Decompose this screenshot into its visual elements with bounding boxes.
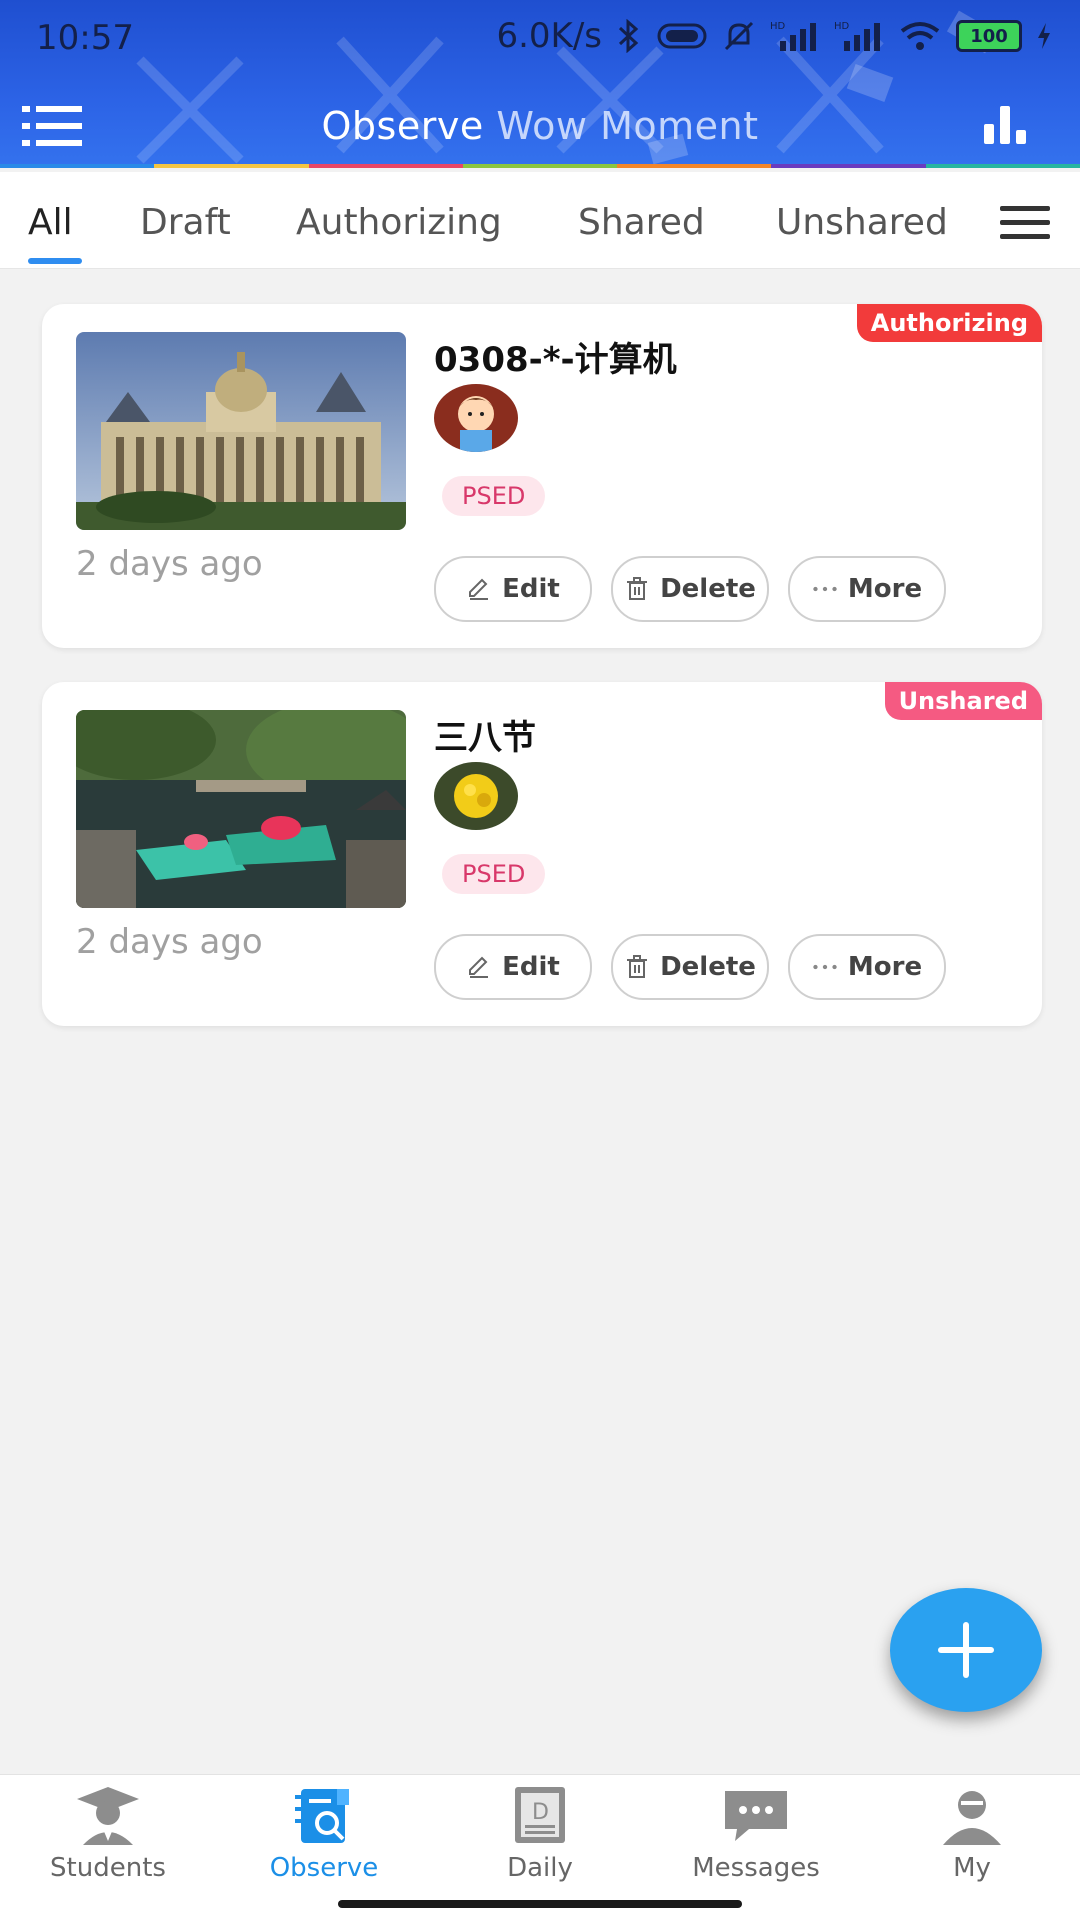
- edit-label: Edit: [502, 952, 560, 982]
- nav-label: Students: [50, 1853, 166, 1883]
- delete-label: Delete: [660, 952, 756, 982]
- nav-observe[interactable]: Observe: [224, 1785, 424, 1883]
- signal-hd-icon: HD: [770, 21, 816, 51]
- nav-label: Messages: [692, 1853, 820, 1883]
- filter-tabs: All Draft Authorizing Shared Unshared: [0, 172, 1080, 269]
- active-tab-indicator: [28, 258, 82, 264]
- daily-doc-icon: D: [515, 1787, 565, 1843]
- delete-button[interactable]: Delete: [611, 934, 769, 1000]
- card-thumbnail-pond[interactable]: [76, 710, 406, 908]
- delete-label: Delete: [660, 574, 756, 604]
- add-observation-button[interactable]: [890, 1588, 1042, 1712]
- mute-bell-icon: [724, 21, 754, 51]
- card-age: 2 days ago: [76, 922, 263, 962]
- tab-authorizing[interactable]: Authorizing: [296, 202, 502, 243]
- title-primary: Observe: [321, 104, 484, 148]
- nav-label: Daily: [507, 1853, 573, 1883]
- tab-unshared[interactable]: Unshared: [776, 202, 948, 243]
- more-label: More: [847, 574, 923, 604]
- nav-messages[interactable]: Messages: [656, 1785, 856, 1883]
- chat-bubble-icon: [725, 1791, 787, 1841]
- pencil-icon: [469, 578, 489, 600]
- app-header: 10:57 6.0K/s HD HD 100 Observe Wow Momen…: [0, 0, 1080, 168]
- plus-icon: [938, 1622, 994, 1678]
- status-icons: 6.0K/s HD HD 100: [496, 16, 1052, 56]
- more-label: More: [847, 952, 923, 982]
- rainbow-strip: [0, 164, 1080, 168]
- signal-hd-icon-2: HD: [834, 21, 880, 51]
- net-speed: 6.0K/s: [496, 16, 602, 56]
- ellipsis-icon: [813, 964, 837, 970]
- svg-text:HD: HD: [770, 21, 786, 32]
- hamburger-menu-icon[interactable]: [1000, 204, 1050, 242]
- user-icon: [943, 1791, 1001, 1845]
- nav-label: Observe: [269, 1853, 379, 1883]
- charging-icon: [1038, 23, 1050, 49]
- status-time: 10:57: [36, 18, 134, 58]
- pencil-icon: [469, 956, 489, 978]
- tab-draft[interactable]: Draft: [140, 202, 231, 243]
- card-age: 2 days ago: [76, 544, 263, 584]
- more-button[interactable]: More: [788, 934, 946, 1000]
- page-title: Observe Wow Moment: [0, 104, 1080, 148]
- more-button[interactable]: More: [788, 556, 946, 622]
- tab-all[interactable]: All: [28, 202, 73, 243]
- trash-icon: [627, 955, 648, 978]
- observation-card[interactable]: 2 days ago 三八节 PSED Unshared Edit Delete: [42, 682, 1042, 1026]
- observation-card[interactable]: 2 days ago 0308-*-计算机 PSED Authorizing E…: [42, 304, 1042, 648]
- ellipsis-icon: [813, 586, 837, 592]
- card-title[interactable]: 0308-*-计算机: [434, 332, 677, 381]
- edit-button[interactable]: Edit: [434, 556, 592, 622]
- area-tag: PSED: [442, 854, 546, 894]
- card-thumbnail-building[interactable]: [76, 332, 406, 530]
- student-avatar: [434, 384, 518, 452]
- tab-shared[interactable]: Shared: [578, 202, 705, 243]
- title-secondary: Wow Moment: [496, 104, 759, 148]
- vibrate-icon: [657, 23, 707, 49]
- trash-icon: [627, 577, 648, 600]
- nav-students[interactable]: Students: [8, 1785, 208, 1883]
- bottom-navigation: Students Observe D Daily Messages My: [0, 1774, 1080, 1921]
- edit-button[interactable]: Edit: [434, 934, 592, 1000]
- delete-button[interactable]: Delete: [611, 556, 769, 622]
- area-tag: PSED: [442, 476, 546, 516]
- wifi-icon: [900, 22, 940, 50]
- status-badge: Authorizing: [856, 304, 1042, 342]
- status-badge: Unshared: [884, 682, 1042, 720]
- svg-text:HD: HD: [834, 21, 850, 32]
- card-title[interactable]: 三八节: [434, 710, 536, 759]
- observe-notebook-icon: [295, 1789, 349, 1843]
- nav-daily[interactable]: D Daily: [440, 1785, 640, 1883]
- nav-label: My: [953, 1853, 991, 1883]
- graduate-icon: [77, 1787, 139, 1845]
- home-indicator: [338, 1900, 742, 1908]
- edit-label: Edit: [502, 574, 560, 604]
- nav-my[interactable]: My: [872, 1785, 1072, 1883]
- battery-indicator: 100: [956, 20, 1022, 52]
- svg-text:D: D: [532, 1800, 549, 1825]
- bluetooth-icon: [618, 19, 639, 53]
- status-bar: 10:57 6.0K/s HD HD 100: [0, 0, 1080, 76]
- student-avatar: [434, 762, 518, 830]
- bar-chart-icon[interactable]: [982, 104, 1030, 144]
